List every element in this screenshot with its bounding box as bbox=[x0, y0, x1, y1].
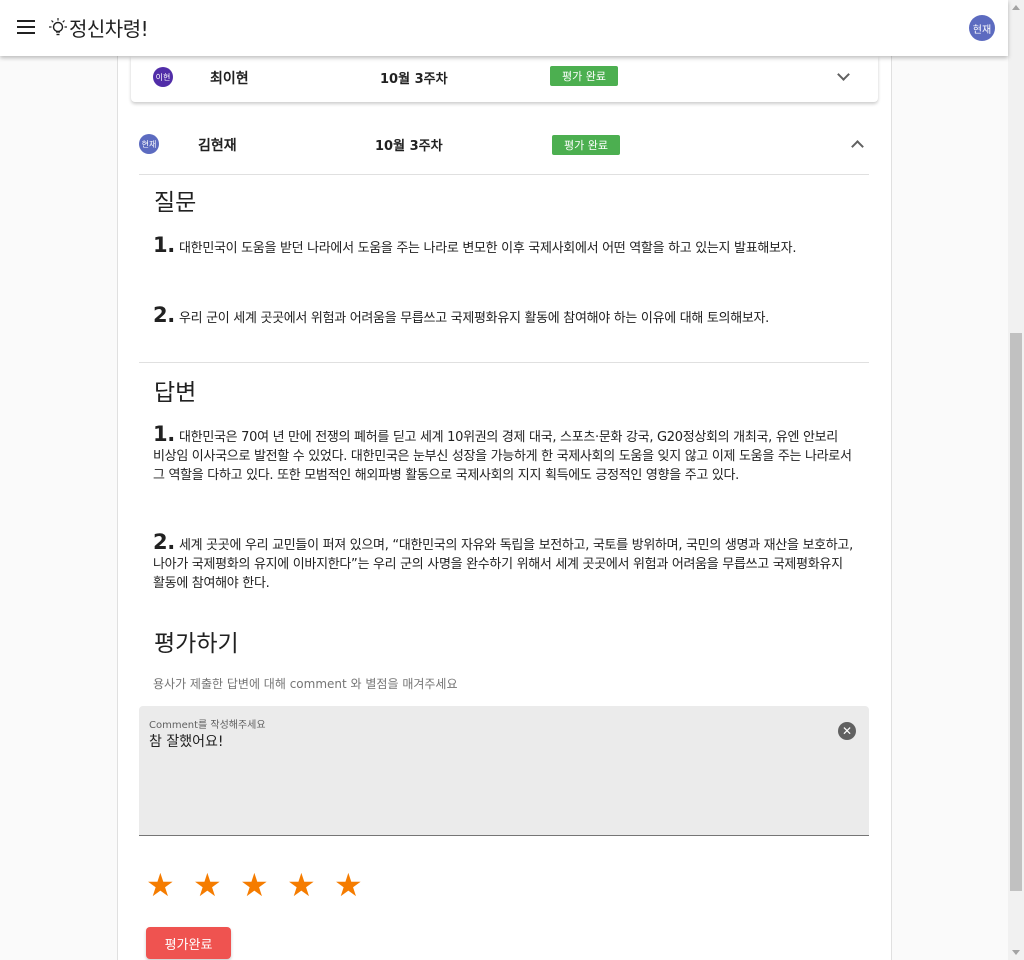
star-icon[interactable]: ★ bbox=[287, 868, 334, 902]
clear-icon[interactable]: ✕ bbox=[838, 722, 856, 740]
question-text: 우리 군이 세계 곳곳에서 위험과 어려움을 무릅쓰고 국제평화유지 활동에 참… bbox=[179, 311, 770, 326]
divider bbox=[139, 174, 869, 175]
question-number: 2. bbox=[153, 303, 175, 327]
status-badge: 평가 완료 bbox=[552, 135, 620, 155]
menu-icon[interactable] bbox=[14, 16, 38, 40]
row-week: 10월 3주차 bbox=[380, 72, 448, 87]
avatar: 현재 bbox=[139, 134, 159, 154]
scroll-down-arrow-icon[interactable] bbox=[1012, 950, 1020, 955]
answer-text: 대한민국은 70여 년 만에 전쟁의 폐허를 딛고 세계 10위권의 경제 대국… bbox=[153, 430, 852, 483]
questions-title: 질문 bbox=[154, 190, 197, 216]
question-text: 대한민국이 도움을 받던 나라에서 도움을 주는 나라로 변모한 이후 국제사회… bbox=[179, 241, 797, 256]
chevron-up-icon[interactable] bbox=[851, 140, 864, 153]
lightbulb-icon bbox=[49, 17, 67, 35]
star-rating[interactable]: ★ ★ ★ ★ ★ bbox=[146, 868, 381, 902]
scroll-up-arrow-icon[interactable] bbox=[1012, 5, 1020, 10]
answers-title: 답변 bbox=[154, 380, 197, 406]
evaluation-description: 용사가 제출한 답변에 대해 comment 와 별점을 매겨주세요 bbox=[153, 677, 458, 691]
star-icon[interactable]: ★ bbox=[193, 868, 240, 902]
app-title: 정신차령! bbox=[69, 17, 149, 41]
scroll-thumb[interactable] bbox=[1010, 333, 1022, 891]
answer-text: 세계 곳곳에 우리 교민들이 퍼져 있으며, “대한민국의 자유와 독립을 보전… bbox=[153, 538, 853, 591]
submit-evaluation-button[interactable]: 평가완료 bbox=[146, 927, 231, 959]
star-icon[interactable]: ★ bbox=[334, 868, 381, 902]
answer-item: 1. 대한민국은 70여 년 만에 전쟁의 폐허를 딛고 세계 10위권의 경제 … bbox=[153, 422, 853, 485]
page-scrollbar[interactable] bbox=[1008, 0, 1024, 960]
question-item: 1. 대한민국이 도움을 받던 나라에서 도움을 주는 나라로 변모한 이후 국제… bbox=[153, 233, 853, 258]
star-icon[interactable]: ★ bbox=[146, 868, 193, 902]
row-name: 최이현 bbox=[210, 71, 249, 87]
divider bbox=[139, 362, 869, 363]
row-name[interactable]: 김현재 bbox=[198, 135, 237, 155]
question-number: 1. bbox=[153, 233, 175, 257]
evaluation-title: 평가하기 bbox=[154, 631, 239, 657]
row-week: 10월 3주차 bbox=[375, 139, 443, 154]
avatar: 이현 bbox=[153, 67, 173, 87]
comment-value[interactable]: 참 잘했어요! bbox=[149, 731, 223, 751]
answer-item: 2. 세계 곳곳에 우리 교민들이 퍼져 있으며, “대한민국의 자유와 독립을 … bbox=[153, 530, 853, 593]
question-item: 2. 우리 군이 세계 곳곳에서 위험과 어려움을 무릅쓰고 국제평화유지 활동에… bbox=[153, 303, 853, 328]
app-bar: 정신차령! 현재 bbox=[0, 0, 1008, 56]
answer-number: 1. bbox=[153, 422, 175, 446]
comment-field[interactable]: Comment를 작성해주세요 참 잘했어요! ✕ bbox=[139, 706, 869, 836]
comment-label: Comment를 작성해주세요 bbox=[149, 720, 266, 731]
submission-row-collapsed[interactable]: 이현 최이현 10월 3주차 평가 완료 bbox=[131, 56, 878, 102]
status-badge: 평가 완료 bbox=[550, 66, 618, 86]
answer-number: 2. bbox=[153, 530, 175, 554]
user-avatar[interactable]: 현재 bbox=[969, 15, 995, 41]
chevron-down-icon[interactable] bbox=[837, 68, 850, 81]
star-icon[interactable]: ★ bbox=[240, 868, 287, 902]
brand[interactable]: 정신차령! bbox=[48, 13, 149, 42]
